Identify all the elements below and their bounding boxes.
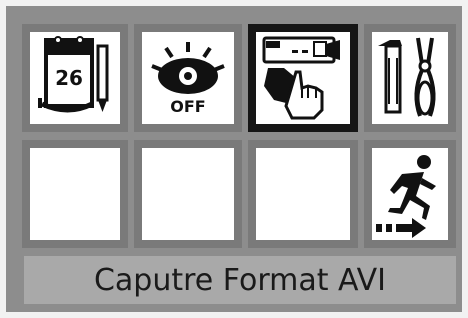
status-text: Caputre Format AVI <box>93 262 387 298</box>
menu-tile-video-capture[interactable] <box>248 24 358 132</box>
calendar-date-label: 26 <box>55 66 83 90</box>
menu-tile-tools[interactable] <box>364 24 456 132</box>
menu-tile-empty-1[interactable] <box>22 140 128 248</box>
calendar-date-icon: 26 <box>38 36 109 113</box>
off-label: OFF <box>170 97 205 116</box>
tools-icon <box>378 37 436 117</box>
menu-tile-empty-3[interactable] <box>248 140 358 248</box>
menu-screen: 26 OFF Caputre Format AVI <box>6 6 462 312</box>
video-capture-icon <box>262 36 340 120</box>
menu-tile-date[interactable]: 26 <box>22 24 128 132</box>
status-bar: Caputre Format AVI <box>24 256 456 304</box>
menu-tile-empty-2[interactable] <box>134 140 242 248</box>
exit-running-man-icon <box>376 155 436 238</box>
menu-tile-display-off[interactable]: OFF <box>134 24 242 132</box>
eye-off-icon: OFF <box>151 42 225 116</box>
menu-tile-exit[interactable] <box>364 140 456 248</box>
